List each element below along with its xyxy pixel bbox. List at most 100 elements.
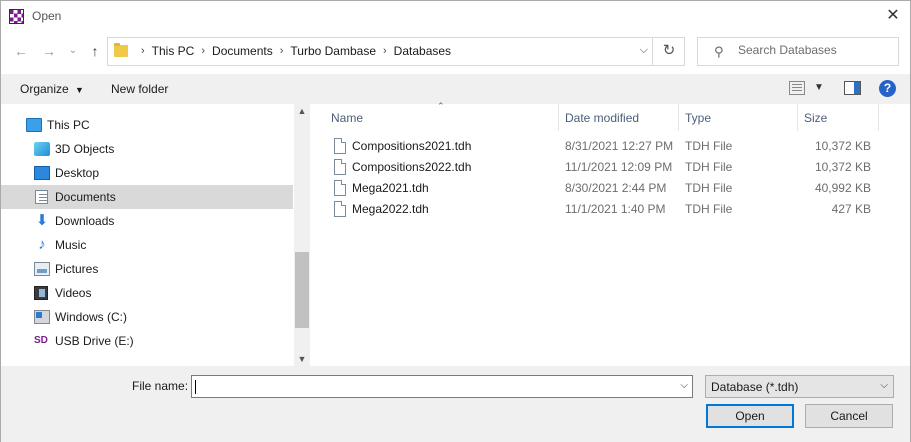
chevron-down-icon[interactable]: ⌵ [680, 380, 688, 391]
column-header-date-modified[interactable]: Date modified [559, 104, 678, 131]
folder-icon [114, 43, 128, 57]
downloads-icon: ⬇ [35, 212, 49, 229]
breadcrumb-chevron-icon: › [141, 45, 145, 57]
column-header-label: Name [331, 111, 364, 125]
file-size: 40,992 KB [814, 181, 871, 195]
nav-item-videos[interactable]: Videos [1, 281, 293, 305]
breadcrumb-item[interactable]: This PC [152, 44, 195, 58]
file-row[interactable]: Mega2022.tdh 11/1/2021 1:40 PM TDH File … [332, 199, 892, 220]
file-name: Mega2022.tdh [352, 202, 429, 216]
file-type: TDH File [685, 160, 733, 174]
drive-icon [34, 310, 50, 324]
address-bar[interactable]: › This PC › Documents › Turbo Dambase › … [107, 37, 685, 66]
chevron-down-icon: ⌵ [880, 380, 888, 391]
nav-item-label: Pictures [55, 262, 99, 276]
desktop-icon [34, 166, 50, 180]
column-divider[interactable] [878, 104, 879, 131]
forward-arrow-icon[interactable]: → [39, 41, 59, 61]
file-name-label: File name: [132, 379, 189, 393]
command-bar: Organize ▼ New folder ▼ ? [1, 74, 910, 104]
nav-item-usb-drive-e[interactable]: SD USB Drive (E:) [1, 329, 293, 353]
open-button[interactable]: Open [706, 404, 794, 428]
nav-item-label: Music [55, 238, 87, 252]
breadcrumb-chevron-icon[interactable]: › [383, 45, 387, 57]
3d-objects-icon [34, 142, 50, 156]
file-date-modified: 8/30/2021 2:44 PM [565, 181, 667, 195]
file-size: 10,372 KB [814, 160, 871, 174]
bottom-panel: File name: ⌵ Database (*.tdh) ⌵ Open Can… [1, 366, 910, 442]
file-name-field[interactable] [195, 379, 665, 393]
column-header-label: Date modified [565, 111, 640, 125]
nav-item-label: Documents [55, 190, 116, 204]
nav-item-windows-c[interactable]: Windows (C:) [1, 305, 293, 329]
file-type-select[interactable]: Database (*.tdh) ⌵ [705, 375, 894, 398]
nav-item-pictures[interactable]: Pictures [1, 257, 293, 281]
navigation-pane: This PC 3D Objects Desktop Documents ⬇ D… [1, 104, 294, 366]
navigation-pane-scrollbar[interactable]: ▲ ▼ [294, 104, 310, 366]
nav-item-label: 3D Objects [55, 142, 115, 156]
music-icon: ♪ [38, 236, 46, 253]
videos-icon [34, 286, 48, 300]
scroll-down-icon[interactable]: ▼ [294, 354, 310, 364]
nav-item-this-pc[interactable]: This PC [1, 113, 293, 137]
search-box[interactable]: ⚲ [697, 37, 899, 66]
scrollbar-thumb[interactable] [295, 252, 309, 328]
new-folder-button[interactable]: New folder [111, 82, 168, 96]
file-date-modified: 11/1/2021 1:40 PM [565, 202, 666, 216]
address-dropdown-icon[interactable]: ⌵ [640, 44, 648, 57]
breadcrumb: › This PC › Documents › Turbo Dambase › … [134, 44, 451, 58]
app-icon [9, 9, 24, 24]
column-header-type[interactable]: Type [679, 104, 797, 131]
column-header-label: Size [804, 111, 828, 125]
close-icon[interactable]: ✕ [884, 7, 902, 25]
search-input[interactable] [738, 43, 888, 57]
file-type: TDH File [685, 181, 733, 195]
change-view-icon[interactable] [789, 81, 805, 95]
file-size: 10,372 KB [814, 139, 871, 153]
search-icon: ⚲ [714, 44, 724, 59]
scroll-up-icon[interactable]: ▲ [294, 106, 310, 116]
column-header-name[interactable]: Name [325, 104, 558, 131]
cancel-button[interactable]: Cancel [805, 404, 893, 428]
documents-icon [35, 190, 48, 204]
refresh-icon[interactable]: ↻ [652, 37, 685, 66]
view-options-chevron-icon[interactable]: ▼ [814, 82, 824, 93]
pictures-icon [34, 262, 50, 276]
preview-pane-icon[interactable] [844, 81, 861, 95]
breadcrumb-item[interactable]: Databases [394, 44, 451, 58]
file-row[interactable]: Compositions2022.tdh 11/1/2021 12:09 PM … [332, 157, 892, 178]
file-date-modified: 11/1/2021 12:09 PM [565, 160, 673, 174]
nav-item-music[interactable]: ♪ Music [1, 233, 293, 257]
open-dialog: Open ✕ ← → ⌄ ↑ › This PC › Documents › T… [0, 0, 911, 442]
column-header-size[interactable]: Size [798, 104, 878, 131]
computer-icon [26, 118, 42, 132]
breadcrumb-chevron-icon[interactable]: › [280, 45, 284, 57]
title-bar: Open ✕ [1, 1, 910, 32]
nav-item-label: Windows (C:) [55, 310, 128, 324]
nav-item-downloads[interactable]: ⬇ Downloads [1, 209, 293, 233]
up-arrow-icon[interactable]: ↑ [85, 41, 105, 61]
nav-item-documents[interactable]: Documents [1, 185, 293, 209]
file-type: TDH File [685, 139, 733, 153]
organize-label: Organize [20, 82, 69, 96]
file-icon [334, 180, 346, 196]
organize-button[interactable]: Organize ▼ [20, 82, 84, 96]
file-date-modified: 8/31/2021 12:27 PM [565, 139, 674, 153]
recent-locations-chevron-icon[interactable]: ⌄ [63, 41, 83, 61]
help-icon[interactable]: ? [879, 80, 896, 97]
nav-item-desktop[interactable]: Desktop [1, 161, 293, 185]
file-type: TDH File [685, 202, 733, 216]
breadcrumb-item[interactable]: Documents [212, 44, 273, 58]
file-name: Mega2021.tdh [352, 181, 429, 195]
file-name: Compositions2021.tdh [352, 139, 472, 153]
file-row[interactable]: Mega2021.tdh 8/30/2021 2:44 PM TDH File … [332, 178, 892, 199]
breadcrumb-item[interactable]: Turbo Dambase [290, 44, 376, 58]
breadcrumb-chevron-icon[interactable]: › [201, 45, 205, 57]
chevron-down-icon: ▼ [75, 85, 84, 95]
file-name-combobox[interactable]: ⌵ [191, 375, 693, 398]
nav-item-label: This PC [47, 118, 90, 132]
back-arrow-icon[interactable]: ← [11, 41, 31, 61]
file-row[interactable]: Compositions2021.tdh 8/31/2021 12:27 PM … [332, 136, 892, 157]
file-size: 427 KB [831, 202, 871, 216]
nav-item-3d-objects[interactable]: 3D Objects [1, 137, 293, 161]
